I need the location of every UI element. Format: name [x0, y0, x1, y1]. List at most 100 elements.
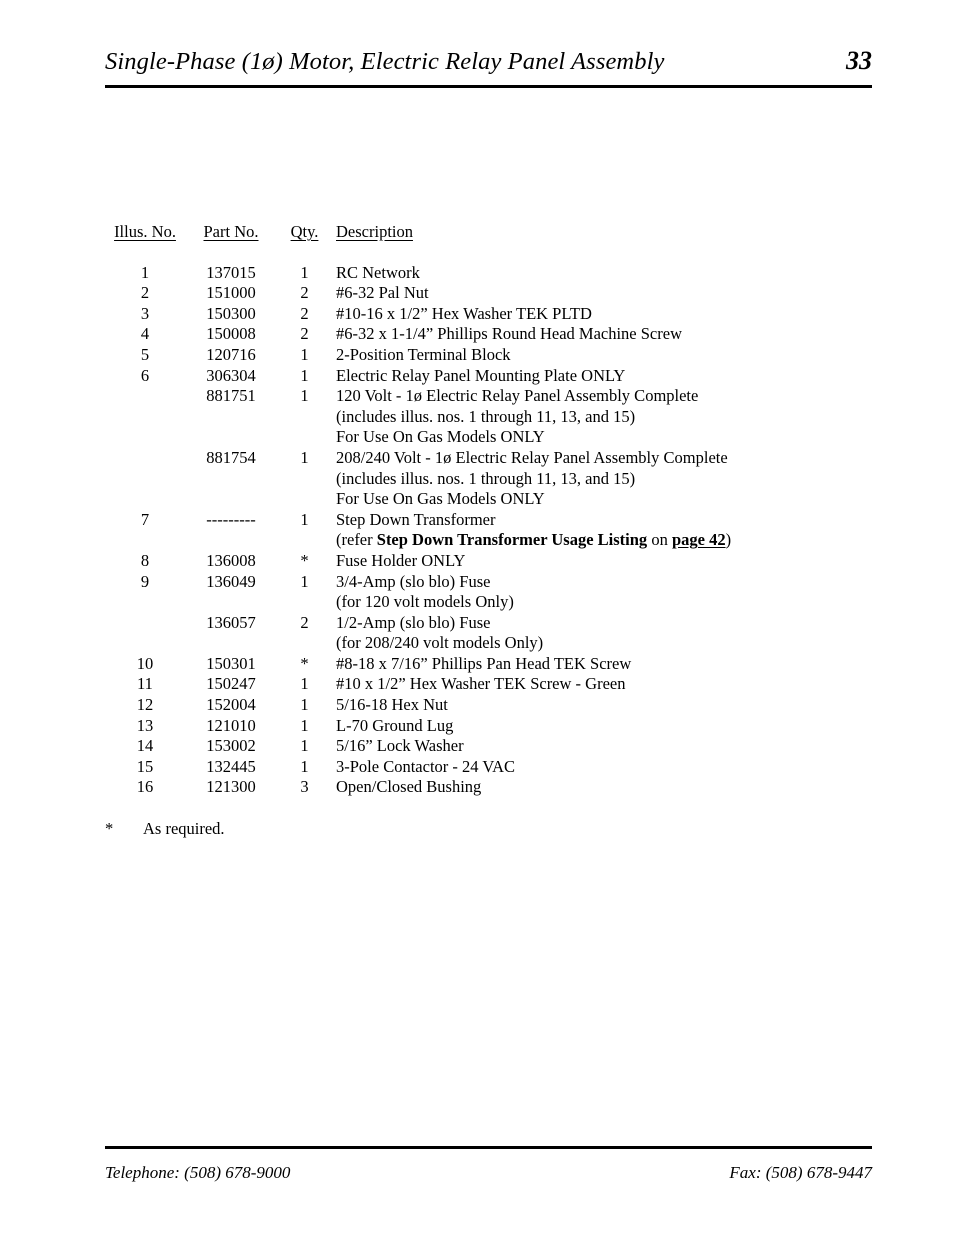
cell-illus-no: 2 [140, 283, 150, 303]
table-row: For Use On Gas Models ONLY [0, 427, 954, 448]
cell-description: 3/4-Amp (slo blo) Fuse [336, 571, 491, 591]
cell-part-no: 136057 [206, 612, 256, 632]
cell-qty: 1 [300, 365, 309, 385]
cell-description: (includes illus. nos. 1 through 11, 13, … [336, 468, 636, 488]
cell-description: 3-Pole Contactor - 24 VAC [336, 756, 516, 776]
cell-part-no: 121010 [206, 715, 256, 735]
table-row: 1 137015 1 RC Network [0, 263, 954, 284]
page-footer: Telephone: (508) 678-9000 Fax: (508) 678… [105, 1163, 872, 1183]
table-row: 13 121010 1 L-70 Ground Lug [0, 716, 954, 737]
cell-qty: 1 [300, 715, 309, 735]
cell-illus-no: 6 [140, 365, 150, 385]
table-row: 15 132445 1 3-Pole Contactor - 24 VAC [0, 757, 954, 778]
cell-illus-no: 12 [136, 695, 154, 715]
cell-description: #10-16 x 1/2” Hex Washer TEK PLTD [336, 303, 592, 323]
cell-part-no: 153002 [206, 736, 256, 756]
description-text: (refer [336, 530, 377, 550]
cell-description: #8-18 x 7/16” Phillips Pan Head TEK Scre… [336, 653, 632, 673]
cell-qty: 1 [300, 344, 309, 364]
footer-divider [105, 1146, 872, 1149]
cell-illus-no: 3 [140, 303, 150, 323]
cell-description: RC Network [336, 262, 420, 282]
footer-fax: Fax: (508) 678-9447 [729, 1163, 872, 1182]
table-body: 1 137015 1 RC Network 2 151000 2 #6-32 Pal Nut 3… [0, 263, 954, 798]
cell-illus-no: 10 [136, 653, 154, 673]
table-row: 10 150301 * #8-18 x 7/16” Phillips Pan Head… [0, 654, 954, 675]
table-row: 881754 1 208/240 Volt - 1ø Electric Relay … [0, 448, 954, 469]
cell-part-no: 132445 [206, 756, 256, 776]
cell-description: #6-32 x 1-1/4” Phillips Round Head Machi… [336, 324, 682, 344]
column-header-description: Description [336, 222, 413, 241]
cell-qty: 2 [300, 324, 309, 344]
table-row: 2 151000 2 #6-32 Pal Nut [0, 283, 954, 304]
cell-qty: 3 [300, 777, 309, 797]
table-row: (for 208/240 volt models Only) [0, 633, 954, 654]
cell-qty: 2 [300, 612, 309, 632]
footnote: * As required. [105, 819, 225, 839]
cell-part-no: 306304 [206, 365, 256, 385]
cell-description: 2-Position Terminal Block [336, 344, 511, 364]
table-row: 4 150008 2 #6-32 x 1-1/4” Phillips Round He… [0, 324, 954, 345]
cell-qty: 1 [300, 447, 309, 467]
cell-description: (for 120 volt models Only) [336, 592, 514, 612]
cell-illus-no: 9 [140, 571, 150, 591]
footer-telephone: Telephone: (508) 678-9000 [105, 1163, 291, 1182]
column-header-illus-no: Illus. No. [114, 222, 176, 241]
cell-qty: 1 [300, 262, 309, 282]
table-row: For Use On Gas Models ONLY [0, 489, 954, 510]
cell-description: Electric Relay Panel Mounting Plate ONLY [336, 365, 626, 385]
table-row: 6 306304 1 Electric Relay Panel Mounting Pl… [0, 366, 954, 387]
page-number: 33 [846, 46, 872, 75]
table-row: 7 --------- 1 Step Down Transformer [0, 510, 954, 531]
cell-qty: 1 [300, 695, 309, 715]
cell-illus-no: 8 [140, 550, 150, 570]
table-row: 9 136049 1 3/4-Amp (slo blo) Fuse [0, 572, 954, 593]
cell-description: #10 x 1/2” Hex Washer TEK Screw - Green [336, 674, 626, 694]
cell-description: (for 208/240 volt models Only) [336, 633, 544, 653]
cell-description: 120 Volt - 1ø Electric Relay Panel Assem… [336, 386, 699, 406]
page-reference-link[interactable]: page 42 [672, 530, 726, 549]
cell-description: (includes illus. nos. 1 through 11, 13, … [336, 406, 636, 426]
cell-illus-no: 15 [136, 756, 154, 776]
cell-part-no: 150300 [206, 303, 256, 323]
cell-illus-no: 11 [137, 674, 153, 694]
description-text: on [647, 530, 672, 550]
cell-part-no: 150008 [206, 324, 256, 344]
footnote-text: As required. [143, 819, 225, 838]
cell-description: For Use On Gas Models ONLY [336, 427, 545, 447]
cell-illus-no: 7 [140, 509, 150, 529]
cell-qty: * [300, 653, 309, 673]
cell-qty: 1 [300, 386, 309, 406]
cell-part-no: 151000 [206, 283, 256, 303]
table-row: 8 136008 * Fuse Holder ONLY [0, 551, 954, 572]
column-header-qty: Qty. [290, 222, 319, 241]
table-row: (includes illus. nos. 1 through 11, 13, … [0, 469, 954, 490]
cell-part-no: 120716 [206, 344, 256, 364]
cell-part-no: 150301 [206, 653, 256, 673]
header-divider [105, 85, 872, 88]
cell-part-no: 881754 [206, 447, 256, 467]
cell-part-no: 881751 [206, 386, 256, 406]
parts-table: Illus. No. Part No. Qty. Description 1 13… [0, 222, 954, 798]
cell-description: Step Down Transformer [336, 509, 496, 529]
cell-description: Open/Closed Bushing [336, 777, 482, 797]
cell-description: Fuse Holder ONLY [336, 550, 466, 570]
cell-illus-no: 1 [140, 262, 150, 282]
table-row: 16 121300 3 Open/Closed Bushing [0, 777, 954, 798]
cell-part-no: 150247 [206, 674, 256, 694]
footnote-marker: * [105, 819, 114, 838]
cell-part-no: 137015 [206, 262, 256, 282]
cell-qty: 1 [300, 571, 309, 591]
table-row: 881751 1 120 Volt - 1ø Electric Relay Pane… [0, 386, 954, 407]
cell-illus-no: 13 [136, 715, 154, 735]
table-row: 11 150247 1 #10 x 1/2” Hex Washer TEK Screw… [0, 674, 954, 695]
cell-part-no: --------- [206, 509, 256, 529]
table-row: (for 120 volt models Only) [0, 592, 954, 613]
cell-qty: 2 [300, 283, 309, 303]
cell-qty: 2 [300, 303, 309, 323]
page-header: Single-Phase (1ø) Motor, Electric Relay … [105, 46, 872, 76]
description-emphasis: Step Down Transformer Usage Listing [376, 530, 648, 550]
cell-description: 1/2-Amp (slo blo) Fuse [336, 612, 491, 632]
cell-description: #6-32 Pal Nut [336, 283, 429, 303]
cell-part-no: 121300 [206, 777, 256, 797]
